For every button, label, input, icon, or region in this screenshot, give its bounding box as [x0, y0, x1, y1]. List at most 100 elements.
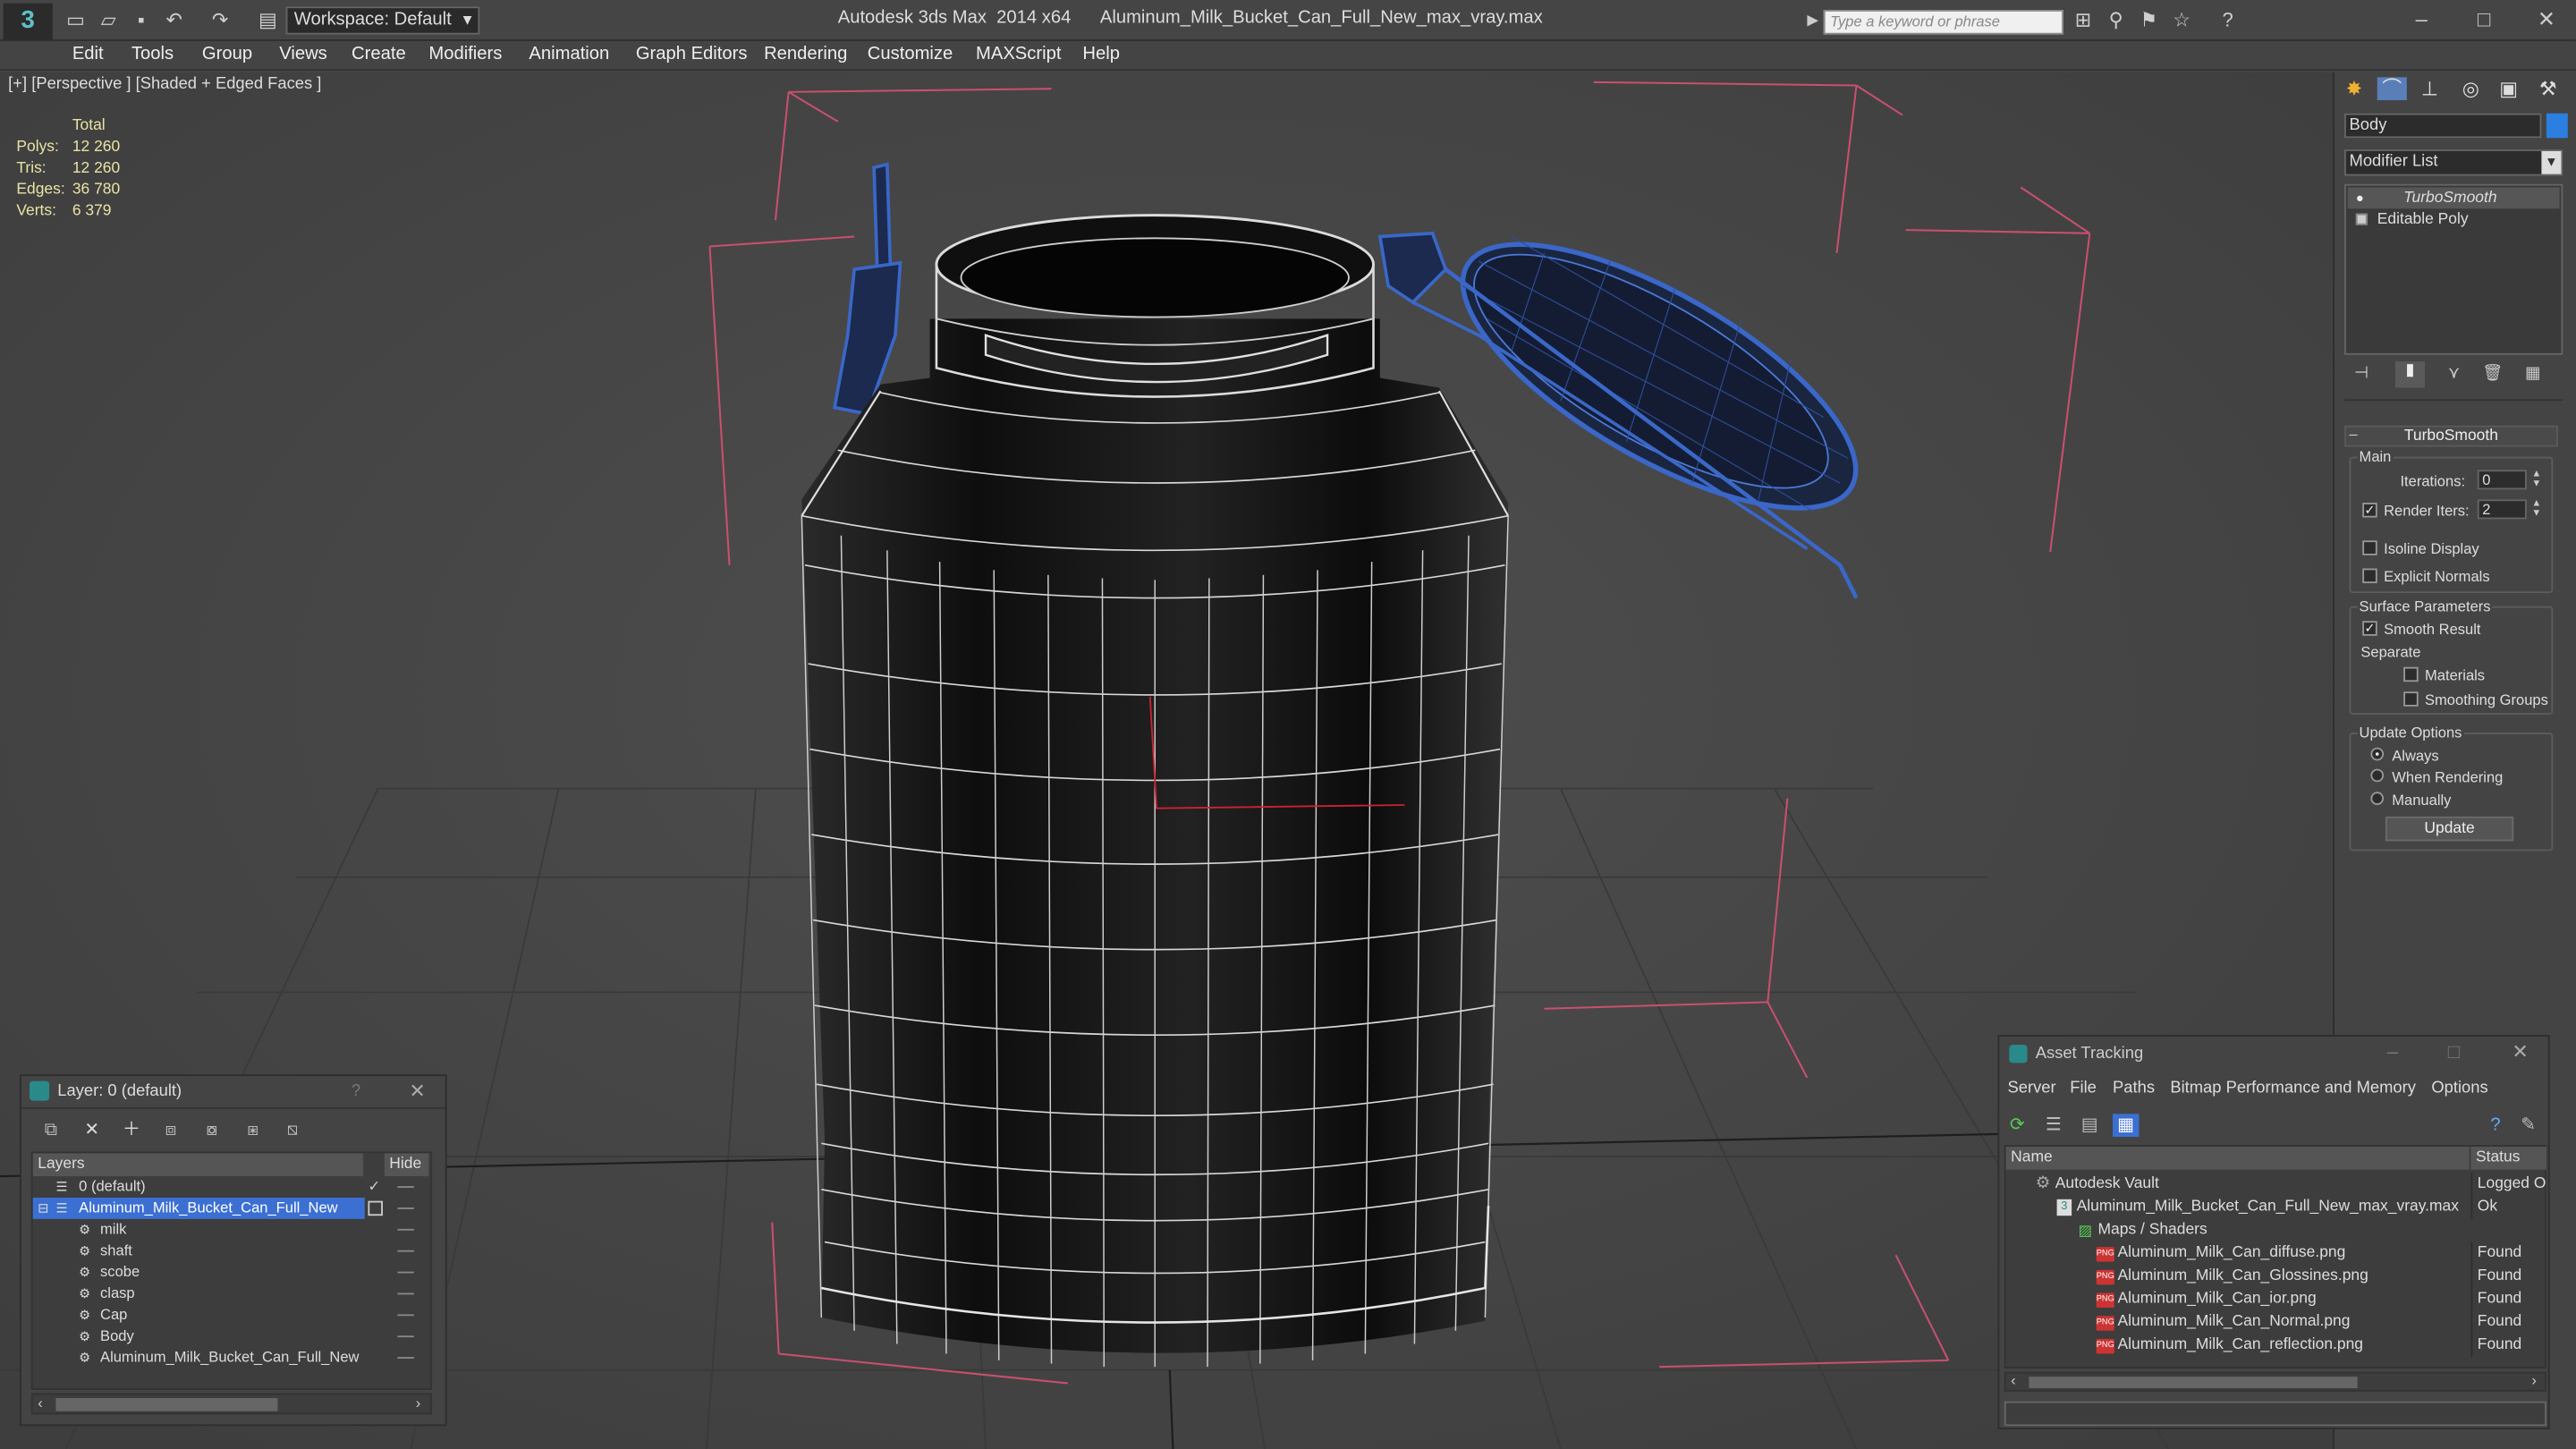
object-row[interactable]: ⚙ clasp — [33, 1283, 430, 1304]
hide-toggle[interactable] — [397, 1357, 414, 1359]
iterations-spinner[interactable]: 0 — [2477, 470, 2527, 490]
scroll-left-icon[interactable]: ‹ — [38, 1394, 43, 1411]
configure-sets-icon[interactable]: ▦ — [2525, 365, 2540, 383]
asset-row[interactable]: 3 Aluminum_Milk_Bucket_Can_Full_New_max_… — [2006, 1196, 2548, 1219]
new-file-icon[interactable]: ▭ — [63, 6, 89, 32]
render-iters-spinner[interactable]: 2 — [2477, 499, 2527, 520]
help-icon[interactable]: ? — [352, 1082, 360, 1100]
when-rendering-radio[interactable] — [2370, 768, 2385, 783]
close-icon[interactable]: ✕ — [2512, 1040, 2528, 1063]
redo-icon[interactable]: ↷ — [207, 6, 233, 32]
render-iters-checkbox[interactable]: ✓ — [2362, 503, 2377, 518]
settings-icon[interactable]: ✎ — [2515, 1114, 2541, 1137]
menu-create[interactable]: Create — [352, 45, 406, 64]
scroll-right-icon[interactable]: › — [416, 1394, 421, 1411]
object-row[interactable]: ⚙ milk — [33, 1219, 430, 1241]
show-end-result-icon[interactable]: ▮ — [2394, 361, 2426, 388]
communication-center-icon[interactable]: ⚲ — [2103, 6, 2129, 32]
menu-group[interactable]: Group — [202, 45, 252, 64]
modifier-list-dropdown[interactable]: Modifier List ▼ — [2344, 149, 2563, 176]
menu-server[interactable]: Server — [2007, 1080, 2055, 1097]
create-tab-icon[interactable]: ✸ — [2340, 77, 2369, 100]
viewport-label[interactable]: [+] [Perspective ] [Shaded + Edged Faces… — [8, 75, 321, 93]
layer-active-box-icon[interactable] — [368, 1200, 383, 1216]
menu-customize[interactable]: Customize — [868, 45, 953, 64]
asset-row[interactable]: PNG Aluminum_Milk_Can_Normal.png Found — [2006, 1310, 2548, 1335]
object-row[interactable]: ⚙ shaft — [33, 1241, 430, 1262]
manually-radio[interactable] — [2370, 792, 2385, 805]
hide-all-icon[interactable]: ⧅ — [279, 1119, 305, 1142]
smooth-result-checkbox[interactable]: ✓ — [2362, 621, 2377, 636]
help-icon[interactable]: ? — [2215, 6, 2241, 32]
hide-toggle[interactable] — [397, 1314, 414, 1317]
isoline-display-checkbox[interactable] — [2362, 540, 2377, 555]
open-file-icon[interactable]: ▱ — [96, 6, 122, 32]
search-arrow-icon[interactable]: ▶ — [1807, 12, 1818, 30]
minimize-icon[interactable]: – — [2405, 5, 2438, 35]
asset-path-field[interactable] — [2004, 1401, 2546, 1427]
turbosmooth-rollout-title[interactable]: TurboSmooth — [2344, 425, 2558, 447]
hide-toggle[interactable] — [397, 1271, 414, 1274]
always-radio[interactable] — [2370, 747, 2385, 761]
minimize-icon[interactable]: – — [2387, 1040, 2398, 1063]
smoothing-groups-checkbox[interactable] — [2403, 691, 2419, 707]
layer-dialog-header[interactable]: Layer: 0 (default) ? ✕ — [21, 1076, 445, 1109]
maximize-icon[interactable]: □ — [2448, 1040, 2460, 1063]
spinner-arrows-icon[interactable]: ▲ ▼ — [2530, 499, 2544, 519]
menu-graph-editors[interactable]: Graph Editors — [636, 45, 748, 64]
lightbulb-icon[interactable]: ● — [2356, 187, 2368, 206]
table-view-icon[interactable]: ▦ — [2113, 1114, 2140, 1138]
hierarchy-tab-icon[interactable]: ⊥ — [2415, 77, 2445, 100]
menu-tools[interactable]: Tools — [131, 45, 174, 64]
favorites-icon[interactable]: ⚑ — [2136, 6, 2162, 32]
create-layer-icon[interactable]: ＋ — [118, 1119, 144, 1142]
scroll-thumb[interactable] — [2029, 1377, 2358, 1389]
layer-row[interactable]: ☰ 0 (default) ✓ — [33, 1176, 430, 1198]
add-to-layer-icon[interactable]: ⧈ — [157, 1119, 183, 1142]
layers-column-header[interactable]: Layers — [32, 1153, 365, 1177]
object-color-swatch[interactable] — [2546, 113, 2568, 139]
remove-modifier-icon[interactable]: 🗑 — [2482, 365, 2503, 383]
asset-row[interactable]: PNG Aluminum_Milk_Can_diffuse.png Found — [2006, 1241, 2548, 1266]
modify-tab-icon[interactable]: ⌒ — [2377, 77, 2407, 101]
active-layer-check-icon[interactable]: ✓ — [368, 1176, 380, 1198]
object-row[interactable]: ⚙ Aluminum_Milk_Bucket_Can_Full_New — [33, 1347, 430, 1368]
menu-paths[interactable]: Paths — [2113, 1080, 2155, 1097]
hide-toggle[interactable] — [397, 1228, 414, 1231]
menu-file[interactable]: File — [2070, 1080, 2097, 1097]
app-logo-icon[interactable]: 3 — [3, 3, 53, 40]
hide-column-header[interactable]: Hide — [384, 1153, 431, 1177]
spinner-arrows-icon[interactable]: ▲ ▼ — [2530, 470, 2544, 489]
expand-icon[interactable] — [2355, 213, 2368, 225]
refresh-icon[interactable]: ⟳ — [2004, 1114, 2030, 1137]
horizontal-scrollbar[interactable]: ‹ › — [30, 1393, 433, 1415]
workspace-dropdown[interactable]: Workspace: Default ▼ — [285, 6, 480, 35]
select-objects-icon[interactable]: ⧇ — [199, 1119, 225, 1142]
collapse-icon[interactable]: ⊟ — [38, 1198, 48, 1219]
menu-edit[interactable]: Edit — [72, 45, 104, 64]
scroll-right-icon[interactable]: › — [2531, 1372, 2537, 1388]
make-unique-icon[interactable]: ⋎ — [2448, 365, 2460, 383]
asset-row[interactable]: ⚙ Autodesk Vault Logged Out — [2006, 1173, 2548, 1197]
display-tab-icon[interactable]: ▣ — [2494, 77, 2523, 100]
asset-row[interactable]: PNG Aluminum_Milk_Can_ior.png Found — [2006, 1287, 2548, 1311]
asset-row[interactable]: PNG Aluminum_Milk_Can_reflection.png Fou… — [2006, 1334, 2548, 1358]
menu-options[interactable]: Options — [2431, 1080, 2487, 1097]
detail-view-icon[interactable]: ▤ — [2077, 1114, 2103, 1137]
menu-bitmap-performance[interactable]: Bitmap Performance and Memory — [2170, 1080, 2416, 1097]
object-row[interactable]: ⚙ scobe — [33, 1262, 430, 1284]
hide-toggle[interactable] — [397, 1250, 414, 1252]
help-icon[interactable]: ? — [2482, 1114, 2508, 1137]
pin-stack-icon[interactable]: ⊣ — [2354, 365, 2368, 383]
undo-icon[interactable]: ↶ — [161, 6, 187, 32]
maximize-icon[interactable]: □ — [2468, 5, 2501, 35]
save-file-icon[interactable]: ▪ — [128, 6, 154, 32]
stack-item-editable-poly[interactable]: Editable Poly — [2348, 208, 2560, 230]
layer-row[interactable]: ⊟ ☰ Aluminum_Milk_Bucket_Can_Full_New — [32, 1197, 430, 1219]
menu-modifiers[interactable]: Modifiers — [428, 45, 502, 64]
update-button[interactable]: Update — [2385, 816, 2514, 842]
binoculars-icon[interactable]: ⊞ — [2070, 6, 2096, 32]
project-folder-icon[interactable]: ▤ — [255, 6, 281, 32]
hide-toggle[interactable] — [397, 1335, 414, 1338]
asset-row[interactable]: PNG Aluminum_Milk_Can_Glossines.png Foun… — [2006, 1265, 2548, 1288]
